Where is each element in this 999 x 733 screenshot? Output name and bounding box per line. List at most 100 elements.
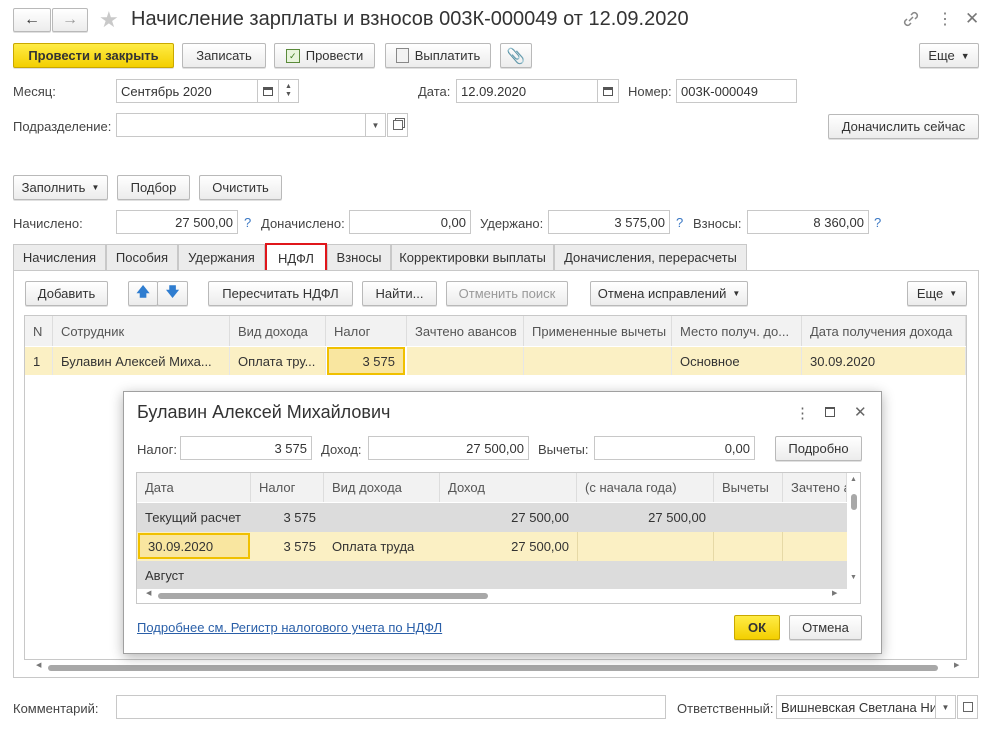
caret-down-icon: ▼ — [285, 91, 292, 98]
drow1-income: 27 500,00 — [511, 509, 569, 525]
dialog-cancel-button[interactable]: Отмена — [789, 615, 862, 640]
more-button[interactable]: Еще ▼ — [919, 43, 979, 68]
responsible-field[interactable]: Вишневская Светлана Ни — [776, 695, 936, 719]
table-row-employee[interactable]: Булавин Алексей Миха... — [53, 347, 230, 375]
dialog-vscrollbar[interactable]: ▲ ▼ — [848, 476, 860, 588]
department-field[interactable] — [116, 113, 366, 137]
close-icon[interactable]: ✕ — [965, 9, 979, 29]
find-button[interactable]: Найти... — [362, 281, 437, 306]
ok-button[interactable]: ОК — [734, 615, 780, 640]
date-field[interactable]: 12.09.2020 — [456, 79, 598, 103]
col-applied-deductions[interactable]: Примененные вычеты — [524, 316, 672, 346]
col-employee[interactable]: Сотрудник — [53, 316, 230, 346]
dcol-ytd[interactable]: (с начала года) — [577, 473, 714, 502]
contrib-help[interactable]: ? — [874, 215, 881, 230]
table-row-place[interactable]: Основное — [672, 347, 802, 375]
month-field[interactable]: Сентябрь 2020 — [116, 79, 258, 103]
open-icon — [392, 120, 403, 130]
tab-accruals[interactable]: Начисления — [13, 244, 106, 270]
chevron-down-icon: ▼ — [941, 702, 950, 712]
dcol-income-type[interactable]: Вид дохода — [324, 473, 440, 502]
back-button[interactable]: ← — [13, 8, 51, 32]
move-up-button[interactable]: 🡅 — [128, 281, 158, 306]
month-stepper[interactable]: ▲ ▼ — [278, 79, 299, 103]
responsible-open-button[interactable] — [957, 695, 978, 719]
vscroll-thumb[interactable] — [851, 494, 857, 510]
cancel-fix-button[interactable]: Отмена исправлений ▼ — [590, 281, 748, 306]
department-dropdown-button[interactable]: ▼ — [365, 113, 386, 137]
fill-button[interactable]: Заполнить ▼ — [13, 175, 108, 200]
tab-ndfl[interactable]: НДФЛ — [265, 243, 327, 271]
hscroll-thumb[interactable] — [158, 593, 488, 599]
link-icon[interactable] — [902, 10, 920, 28]
dcol-advances[interactable]: Зачтено а — [783, 473, 847, 502]
scroll-right-icon[interactable]: ▶ — [832, 589, 837, 597]
calendar-button[interactable] — [257, 79, 279, 103]
recalc-ndfl-button[interactable]: Пересчитать НДФЛ — [208, 281, 353, 306]
col-advances[interactable]: Зачтено авансов — [407, 316, 524, 346]
pay-button[interactable]: Выплатить — [385, 43, 491, 68]
menu-dots-icon[interactable]: ⋮ — [937, 9, 953, 29]
table-hscrollbar[interactable]: ◀ ▶ — [36, 661, 966, 672]
chevron-down-icon: ▼ — [949, 289, 958, 298]
scroll-down-icon[interactable]: ▼ — [850, 574, 857, 581]
col-tax[interactable]: Налог — [326, 316, 407, 346]
attach-button[interactable]: 📎 — [500, 43, 532, 68]
forward-button[interactable]: → — [52, 8, 88, 32]
cancel-search-button[interactable]: Отменить поиск — [446, 281, 568, 306]
table-row-advances[interactable] — [407, 347, 524, 375]
save-button[interactable]: Записать — [182, 43, 266, 68]
tab-benefits[interactable]: Пособия — [106, 244, 178, 270]
table-row-tax[interactable]: 3 575 — [327, 347, 405, 375]
drow2-date[interactable]: 30.09.2020 — [138, 533, 250, 559]
table-row-income-type[interactable]: Оплата тру... — [230, 347, 326, 375]
number-label: Номер: — [628, 84, 672, 99]
favorite-star-icon[interactable]: ★ — [99, 7, 119, 33]
tab-recalculations[interactable]: Доначисления, перерасчеты — [554, 244, 747, 270]
arrow-up-icon: 🡅 — [136, 283, 150, 299]
col-income-date[interactable]: Дата получения дохода — [802, 316, 966, 346]
col-income-type[interactable]: Вид дохода — [230, 316, 326, 346]
table-more-button[interactable]: Еще ▼ — [907, 281, 967, 306]
post-button[interactable]: ✓ Провести — [274, 43, 375, 68]
clear-button[interactable]: Очистить — [199, 175, 282, 200]
table-row-n[interactable]: 1 — [25, 347, 53, 375]
scroll-left-icon[interactable]: ◀ — [36, 661, 41, 669]
number-field[interactable]: 003К-000049 — [676, 79, 797, 103]
register-link[interactable]: Подробнее см. Регистр налогового учета п… — [137, 620, 442, 635]
department-open-button[interactable] — [387, 113, 408, 137]
details-button[interactable]: Подробно — [775, 436, 862, 461]
dialog-hscrollbar[interactable]: ◀ ▶ — [146, 589, 842, 600]
scroll-up-icon[interactable]: ▲ — [850, 476, 857, 483]
accrued-help[interactable]: ? — [244, 215, 251, 230]
tab-contributions[interactable]: Взносы — [327, 244, 391, 270]
withheld-help[interactable]: ? — [676, 215, 683, 230]
responsible-label: Ответственный: — [677, 701, 774, 716]
dcol-date[interactable]: Дата — [137, 473, 251, 502]
add-button[interactable]: Добавить — [25, 281, 108, 306]
scrollbar-thumb[interactable] — [48, 665, 938, 671]
window-title: Начисление зарплаты и взносов 003К-00004… — [131, 8, 689, 30]
accrue-now-button[interactable]: Доначислить сейчас — [828, 114, 979, 139]
paperclip-icon: 📎 — [506, 47, 526, 65]
responsible-dropdown-button[interactable]: ▼ — [935, 695, 956, 719]
move-down-button[interactable]: 🡇 — [157, 281, 188, 306]
col-n[interactable]: N — [25, 316, 53, 346]
dcol-deductions[interactable]: Вычеты — [714, 473, 783, 502]
post-and-close-button[interactable]: Провести и закрыть — [13, 43, 174, 68]
select-button[interactable]: Подбор — [117, 175, 190, 200]
tab-payment-corrections[interactable]: Корректировки выплаты — [391, 244, 554, 270]
col-income-place[interactable]: Место получ. до... — [672, 316, 802, 346]
date-calendar-button[interactable] — [597, 79, 619, 103]
dcol-tax[interactable]: Налог — [251, 473, 324, 502]
scroll-right-icon[interactable]: ▶ — [954, 661, 959, 669]
dialog-menu-icon[interactable]: ⋮ — [795, 404, 810, 422]
dcol-income[interactable]: Доход — [440, 473, 577, 502]
maximize-icon[interactable] — [825, 407, 835, 417]
tab-deductions[interactable]: Удержания — [178, 244, 265, 270]
table-row-deductions[interactable] — [524, 347, 672, 375]
table-row-date[interactable]: 30.09.2020 — [802, 347, 966, 375]
scroll-left-icon[interactable]: ◀ — [146, 589, 151, 597]
comment-field[interactable] — [116, 695, 666, 719]
dialog-close-icon[interactable]: ✕ — [854, 403, 867, 421]
